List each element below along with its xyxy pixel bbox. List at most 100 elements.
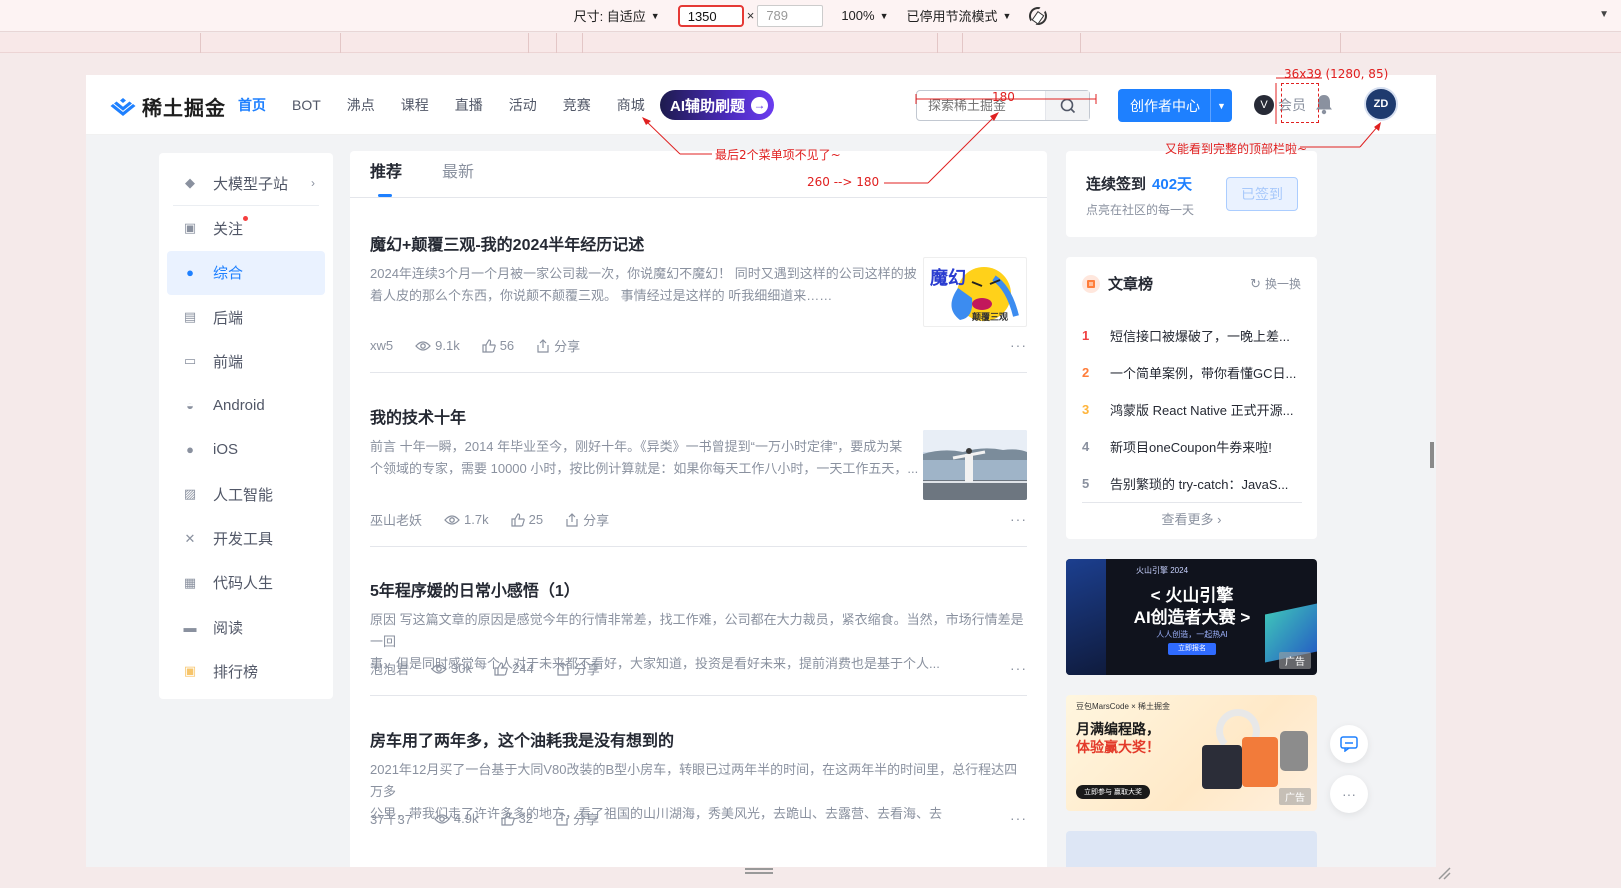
search-input[interactable]: [917, 98, 1043, 113]
rank-item[interactable]: 1 短信接口被爆破了，一晚上差...: [1082, 317, 1302, 354]
logo-text: 稀土掘金: [142, 98, 226, 120]
sidebar-item-llm[interactable]: ◆ 大模型子站 ›: [167, 161, 325, 205]
article-title[interactable]: 魔幻+颠覆三观-我的2024半年经历记述: [370, 231, 644, 255]
rank-item[interactable]: 2 一个简单案例，带你看懂GC日...: [1082, 354, 1302, 391]
article-item[interactable]: 5年程序媛的日常小感悟（1） 原因 写这篇文章的原因是感觉今年的行情非常差，找工…: [370, 577, 1027, 696]
ad-banner-marscode[interactable]: 豆包MarsCode × 稀土掘金 月满编程路， 体验赢大奖！ 立即参与 赢取大…: [1066, 695, 1317, 811]
article-author[interactable]: xw5: [370, 338, 393, 353]
rank-item[interactable]: 5 告别繁琐的 try-catch：JavaS...: [1082, 465, 1302, 502]
viewport-height-handle[interactable]: [745, 868, 773, 874]
main-nav: 首页 BOT 沸点 课程 直播 活动 竞赛 商城: [238, 75, 671, 135]
sidebar-item-reading[interactable]: ▬ 阅读: [167, 605, 325, 649]
refresh-rank-button[interactable]: ↻ 换一换: [1250, 275, 1301, 292]
more-tools-button[interactable]: ···: [1330, 775, 1368, 813]
user-avatar[interactable]: ZD: [1364, 87, 1398, 121]
signed-in-button[interactable]: 已签到: [1226, 177, 1298, 211]
feedback-button[interactable]: [1330, 725, 1368, 763]
view-more-link[interactable]: 查看更多 ›: [1066, 509, 1317, 528]
sidebar-item-backend[interactable]: ▤ 后端: [167, 295, 325, 339]
notification-button[interactable]: [1314, 93, 1334, 120]
article-author[interactable]: 37丫37: [370, 809, 412, 828]
zoom-dropdown[interactable]: 100% ▼: [841, 8, 888, 23]
ad-subline: 人人创造，一起热AI: [1156, 630, 1228, 639]
like-button[interactable]: 25: [510, 512, 543, 527]
viewport-height-input[interactable]: 789: [757, 4, 824, 27]
nav-item-mall[interactable]: 商城: [617, 95, 645, 115]
sidebar-item-label: 关注: [213, 220, 244, 238]
rank-item[interactable]: 4 新项目oneCoupon牛券来啦!: [1082, 428, 1302, 465]
nav-item-contests[interactable]: 竞赛: [563, 95, 591, 115]
eye-icon: [415, 340, 431, 351]
article-thumbnail[interactable]: [923, 430, 1027, 500]
article-item[interactable]: 房车用了两年多，这个油耗我是没有想到的 2021年12月买了一台基于大同V80改…: [370, 727, 1027, 857]
more-options-icon[interactable]: ···: [1010, 337, 1027, 353]
share-button[interactable]: 分享: [556, 659, 600, 678]
creator-center-label: 创作者中心: [1130, 97, 1200, 114]
vip-entry[interactable]: V 会员: [1254, 95, 1306, 115]
rank-item[interactable]: 3 鸿蒙版 React Native 正式开源...: [1082, 391, 1302, 428]
share-button[interactable]: 分享: [565, 510, 609, 529]
rank-number: 1: [1082, 328, 1090, 343]
rotate-button[interactable]: [1025, 2, 1051, 29]
tab-latest[interactable]: 最新: [442, 151, 474, 197]
rank-number: 3: [1082, 402, 1090, 417]
corner-resize-handle[interactable]: [1437, 866, 1451, 880]
rank-number: 4: [1082, 439, 1090, 454]
sidebar-item-ai[interactable]: ▨ 人工智能: [167, 472, 325, 516]
like-button[interactable]: 244: [494, 661, 534, 676]
chat-icon: [1340, 736, 1358, 752]
category-sidebar: ◆ 大模型子站 › ▣ 关注 ● 综合 ▤ 后端 ▭ 前端 ◒ Android …: [159, 153, 333, 699]
share-button[interactable]: 分享: [555, 809, 599, 828]
viewport-resize-handle[interactable]: [1430, 442, 1434, 468]
article-author[interactable]: 巫山老妖: [370, 510, 422, 529]
nav-item-live[interactable]: 直播: [455, 95, 483, 115]
nav-item-pins[interactable]: 沸点: [347, 95, 375, 115]
size-mode-dropdown[interactable]: 尺寸: 自适应 ▼: [574, 6, 660, 25]
tab-recommended[interactable]: 推荐: [370, 151, 402, 197]
sidebar-item-ios[interactable]: ● iOS: [167, 428, 325, 472]
like-button[interactable]: 32: [500, 811, 533, 826]
thumbs-up-icon: [510, 512, 525, 527]
more-options-icon[interactable]: ···: [1010, 511, 1027, 527]
more-options-icon[interactable]: ···: [1010, 810, 1027, 826]
nav-item-bot[interactable]: BOT: [292, 97, 321, 113]
article-thumbnail[interactable]: 魔幻 颠覆三观: [923, 257, 1027, 327]
throttle-dropdown[interactable]: 已停用节流模式 ▼: [906, 6, 1011, 25]
ad-banner-partial[interactable]: [1066, 831, 1317, 867]
sidebar-item-devtools[interactable]: ✕ 开发工具: [167, 516, 325, 560]
sidebar-item-follow[interactable]: ▣ 关注: [167, 206, 325, 250]
abstract-line: 着人皮的那么个东西，你说颠不颠覆三观。 事情经过是这样的 听我细细道来……: [370, 288, 833, 303]
article-item[interactable]: 魔幻+颠覆三观-我的2024半年经历记述 2024年连续3个月一个月被一家公司裁…: [370, 231, 1027, 373]
abstract-line: 2024年连续3个月一个月被一家公司裁一次，你说魔幻不魔幻！ 同时又遇到这样的公…: [370, 266, 917, 281]
article-abstract: 前言 十年一瞬，2014 年毕业至今，刚好十年。《异类》一书曾提到“一万小时定律…: [370, 436, 918, 480]
sidebar-item-label: 开发工具: [213, 531, 274, 549]
sidebar-item-ranking[interactable]: ▣ 排行榜: [167, 649, 325, 693]
ai-practice-button[interactable]: AI辅助刷题 →: [660, 90, 774, 120]
more-options-icon[interactable]: ···: [1010, 660, 1027, 676]
article-author[interactable]: 泡泡君: [370, 659, 409, 678]
sidebar-item-general[interactable]: ● 综合: [167, 250, 325, 295]
signin-title: 连续签到 402天: [1086, 173, 1192, 194]
sidebar-item-code-life[interactable]: ▦ 代码人生: [167, 561, 325, 605]
sidebar-item-label: iOS: [213, 441, 239, 459]
arrow-right-icon: →: [751, 96, 769, 114]
share-button[interactable]: 分享: [536, 336, 580, 355]
nav-item-events[interactable]: 活动: [509, 95, 537, 115]
article-title[interactable]: 房车用了两年多，这个油耗我是没有想到的: [370, 727, 674, 751]
ad-banner-volcengine[interactable]: 火山引擎 2024 < 火山引擎 AI创造者大赛 > 人人创造，一起热AI 立即…: [1066, 559, 1317, 675]
share-icon: [557, 661, 569, 676]
sidebar-item-android[interactable]: ◒ Android: [167, 383, 325, 427]
chevron-down-icon[interactable]: ▼: [1210, 89, 1232, 122]
search-button[interactable]: [1045, 91, 1089, 120]
devtools-more-icon[interactable]: ▼: [1599, 9, 1609, 20]
viewport-width-input[interactable]: 1350: [677, 4, 744, 27]
like-button[interactable]: 56: [482, 338, 514, 353]
article-title[interactable]: 我的技术十年: [370, 404, 466, 428]
creator-center-button[interactable]: 创作者中心 ▼: [1118, 89, 1232, 122]
nav-item-courses[interactable]: 课程: [401, 95, 429, 115]
article-item[interactable]: 我的技术十年 前言 十年一瞬，2014 年毕业至今，刚好十年。《异类》一书曾提到…: [370, 404, 1027, 547]
site-logo[interactable]: 稀土掘金: [110, 92, 226, 121]
sidebar-item-frontend[interactable]: ▭ 前端: [167, 339, 325, 383]
article-title[interactable]: 5年程序媛的日常小感悟（1）: [370, 577, 580, 601]
nav-item-home[interactable]: 首页: [238, 95, 266, 115]
